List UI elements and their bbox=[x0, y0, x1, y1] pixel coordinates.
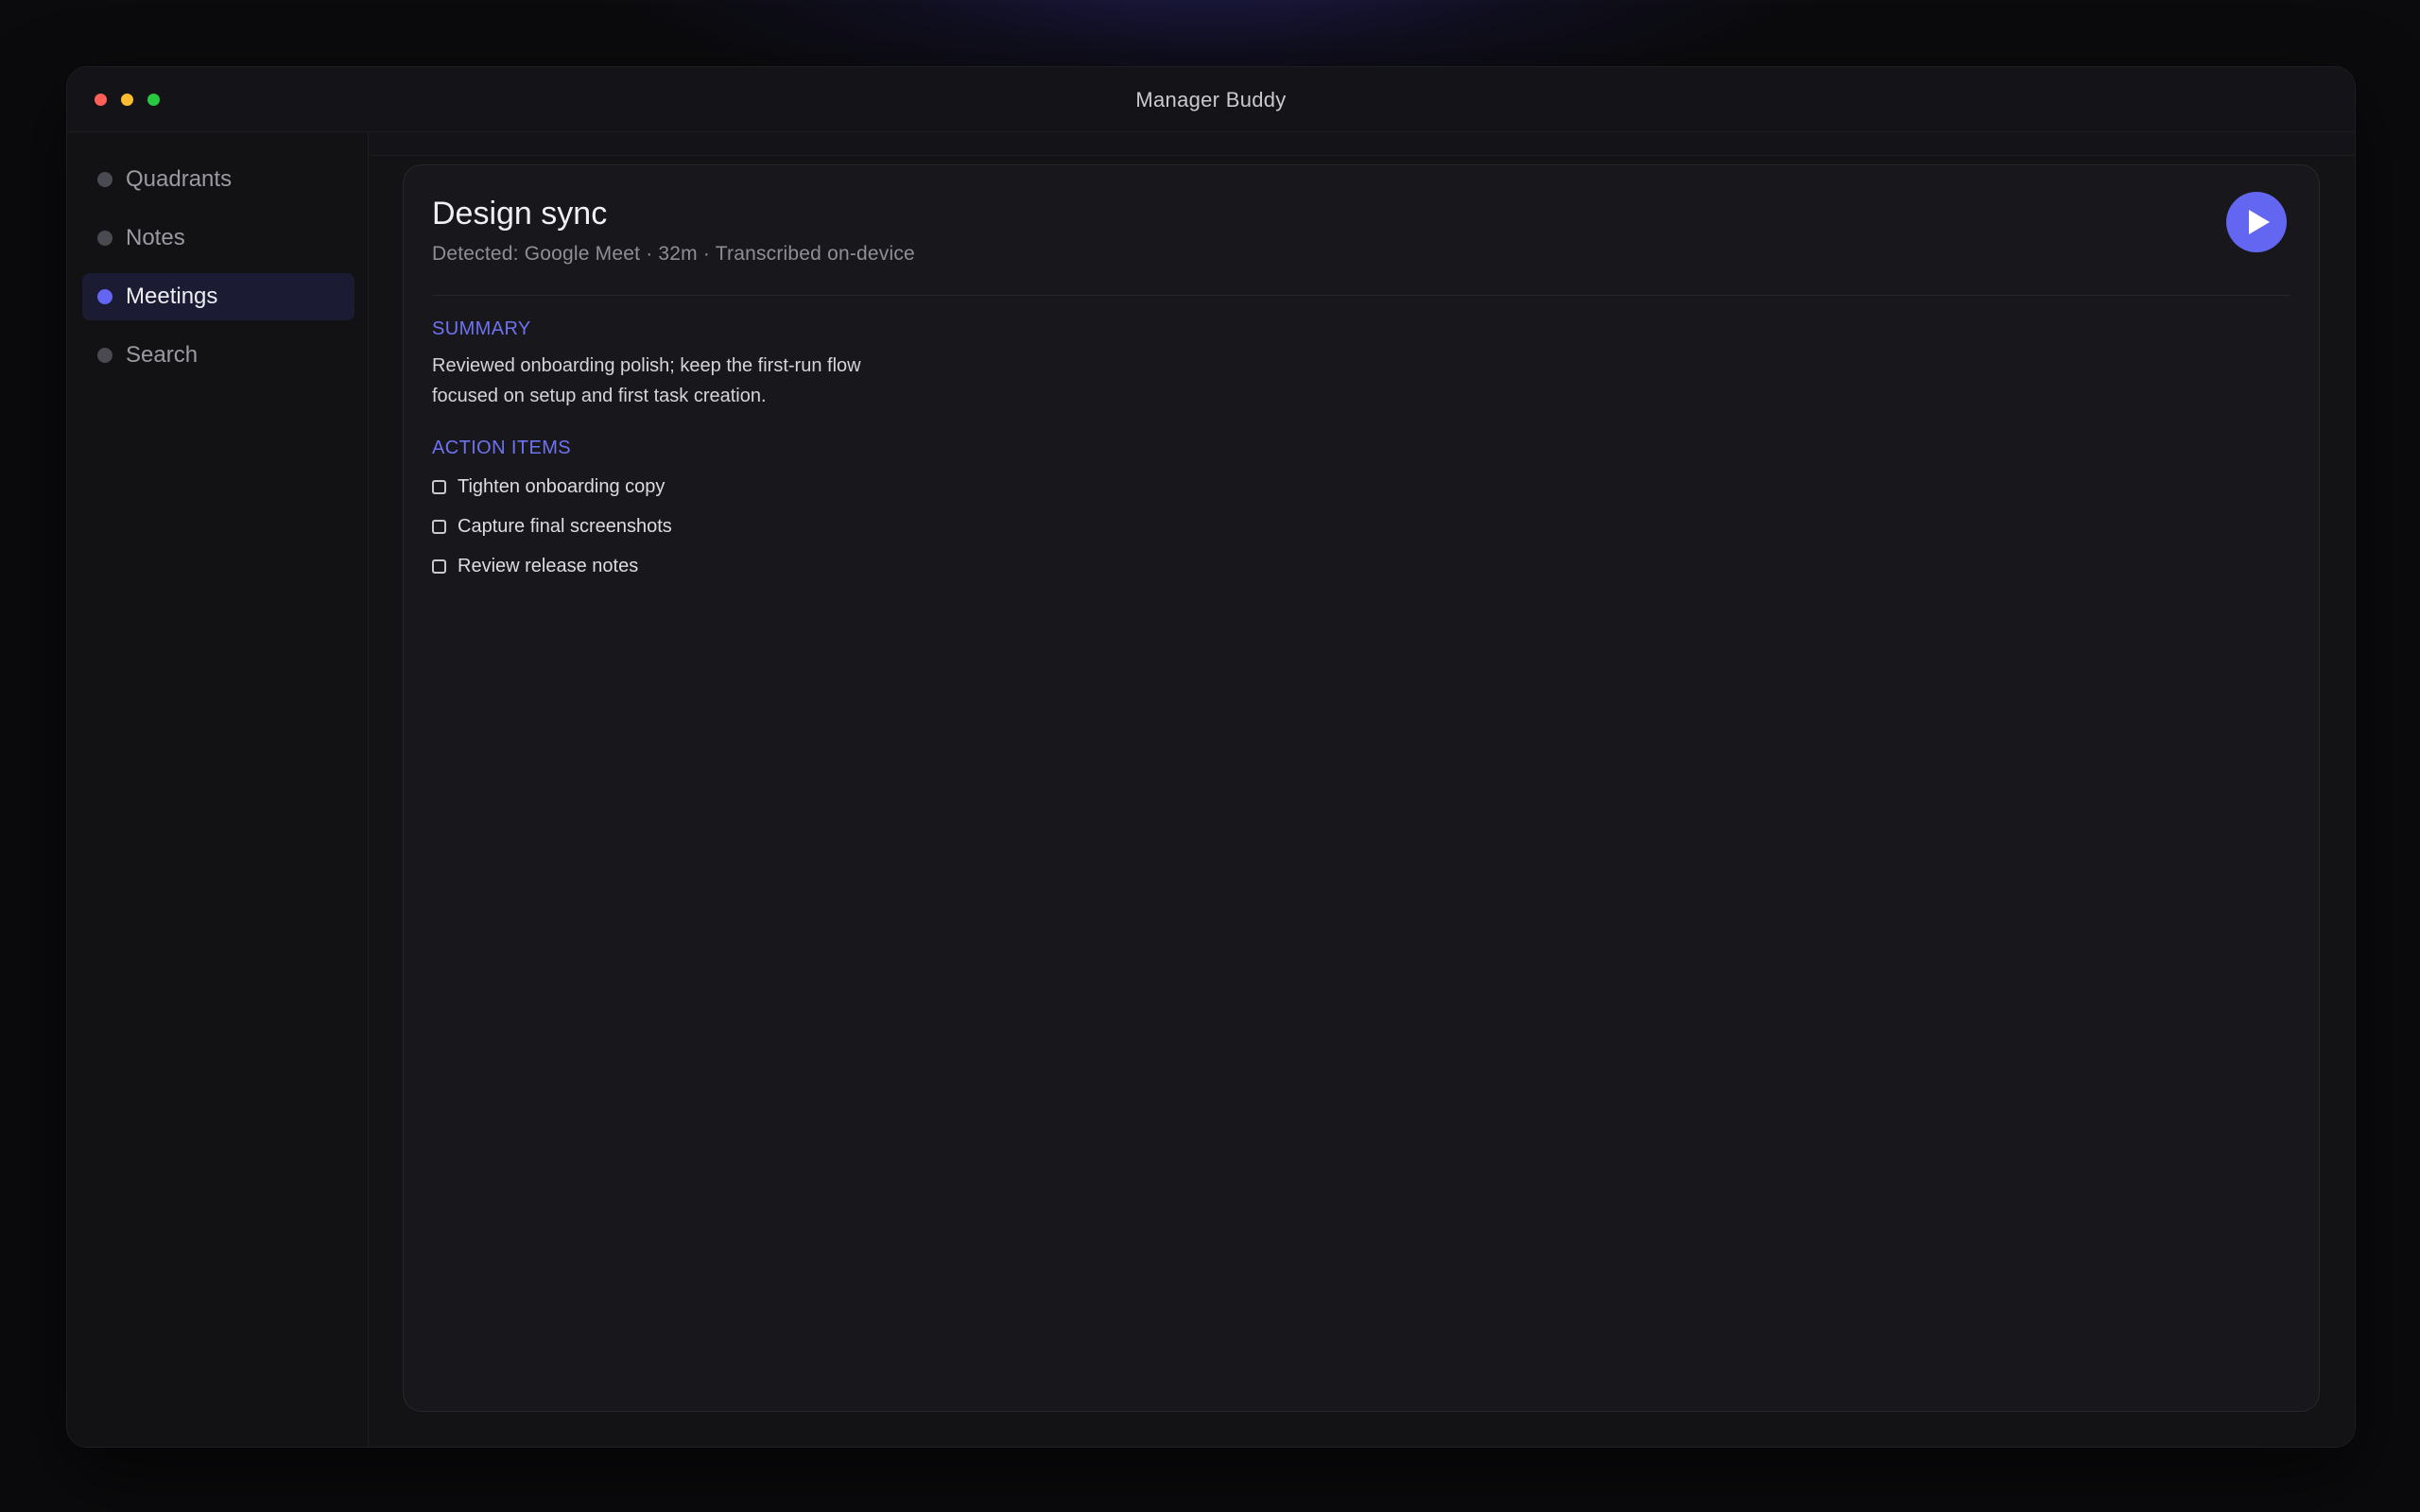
summary-line: Reviewed onboarding polish; keep the fir… bbox=[432, 355, 861, 376]
sidebar-item-label: Quadrants bbox=[126, 166, 233, 192]
sidebar: Quadrants Notes Meetings Search bbox=[67, 132, 369, 1447]
sidebar-item-notes[interactable]: Notes bbox=[82, 215, 354, 262]
dot-icon bbox=[97, 348, 112, 363]
play-button[interactable] bbox=[2226, 192, 2287, 252]
sidebar-item-label: Search bbox=[126, 342, 199, 368]
action-items-heading: ACTION ITEMS bbox=[432, 438, 572, 458]
sidebar-item-label: Meetings bbox=[126, 284, 218, 309]
summary-heading: SUMMARY bbox=[432, 318, 531, 339]
action-item[interactable]: Tighten onboarding copy bbox=[432, 473, 665, 500]
action-item-label: Tighten onboarding copy bbox=[458, 475, 666, 497]
checkbox[interactable] bbox=[432, 519, 446, 534]
sidebar-item-meetings[interactable]: Meetings bbox=[82, 273, 354, 320]
action-item[interactable]: Capture final screenshots bbox=[432, 513, 672, 540]
window-title: Manager Buddy bbox=[1135, 88, 1287, 112]
checkbox[interactable] bbox=[432, 479, 446, 494]
title-bar: Manager Buddy bbox=[67, 67, 2355, 132]
play-icon bbox=[2249, 210, 2270, 234]
action-item-label: Review release notes bbox=[458, 555, 639, 576]
checkbox[interactable] bbox=[432, 558, 446, 574]
toolbar-strip bbox=[369, 132, 2355, 156]
dot-icon bbox=[97, 231, 112, 246]
meeting-meta: Detected: Google Meet · 32m · Transcribe… bbox=[432, 243, 915, 265]
divider bbox=[432, 295, 2290, 296]
dot-icon bbox=[97, 172, 112, 187]
main-content: Design sync Detected: Google Meet · 32m … bbox=[369, 132, 2355, 1447]
sidebar-item-quadrants[interactable]: Quadrants bbox=[82, 156, 354, 203]
meeting-title: Design sync bbox=[432, 196, 608, 232]
sidebar-item-search[interactable]: Search bbox=[82, 332, 354, 379]
app-window: Manager Buddy Quadrants Notes Meetings S… bbox=[66, 66, 2356, 1448]
summary-text: Reviewed onboarding polish; keep the fir… bbox=[432, 351, 961, 411]
action-item-label: Capture final screenshots bbox=[458, 515, 672, 537]
summary-line: focused on setup and first task creation… bbox=[432, 386, 767, 406]
action-item[interactable]: Review release notes bbox=[432, 553, 638, 579]
sidebar-item-label: Notes bbox=[126, 225, 185, 250]
meeting-card: Design sync Detected: Google Meet · 32m … bbox=[403, 164, 2320, 1412]
dot-icon bbox=[97, 289, 112, 304]
